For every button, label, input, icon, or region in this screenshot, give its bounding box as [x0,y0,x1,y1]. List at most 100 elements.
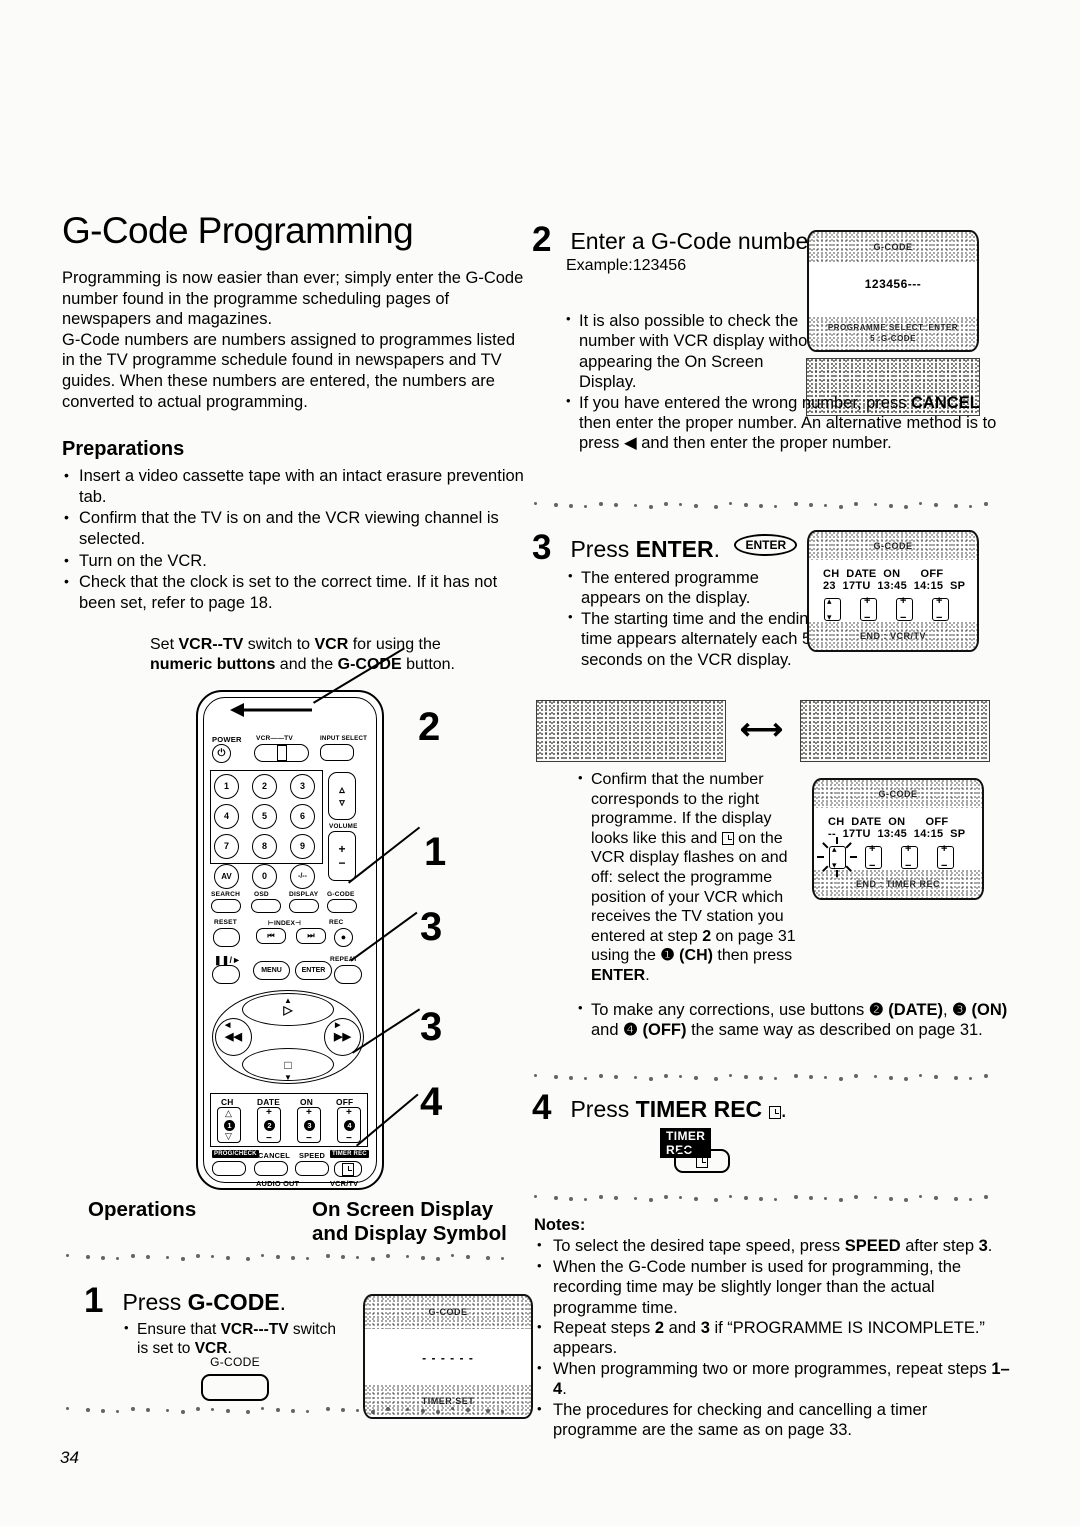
on-button-number: 3 [304,1120,315,1131]
minus-icon: − [338,856,346,870]
rec-button[interactable]: ● [334,928,353,947]
numeric-button-8[interactable]: 8 [252,834,277,859]
search-button[interactable] [211,899,241,913]
screen-footer-text: END : VCR/TV [859,631,926,641]
g-code-button[interactable] [327,899,357,913]
step-1-number: 1 [84,1281,104,1320]
screen-center-text: - - - - - - [422,1351,474,1365]
numeric-button-2[interactable]: 2 [252,774,277,799]
list-item: Check that the clock is set to the corre… [62,571,532,613]
callout-3a: 3 [420,905,443,949]
separator-dots [66,1252,530,1262]
channel-updown-button[interactable]: ▵ ▿ [328,772,356,820]
speed-button[interactable] [295,1161,329,1176]
osd-screen-2: G-CODE 123456--- PROGRAMME SELECT: ENTER… [807,230,979,352]
menu-button[interactable]: MENU [253,961,290,980]
ch-button-number: 1 [224,1120,235,1131]
left-arrow-icon: ◀ [623,434,637,453]
cursor-left-icon: ◀ [225,1022,231,1029]
step-4-heading: Press TIMER REC . [570,1096,787,1122]
ch-symbol-icon [829,844,846,871]
separator-dots [534,500,1010,510]
pause-play-button[interactable] [212,965,240,984]
enter-button[interactable]: ENTER [295,961,332,980]
list-item: When the G-Code number is used for progr… [534,1256,1012,1318]
left-column: G-Code Programming Programming is now ea… [62,210,532,675]
timer-rec-button-shape[interactable] [674,1149,730,1173]
numeric-button-3[interactable]: 3 [290,774,315,799]
list-item: Insert a video cassette tape with an int… [62,465,532,507]
vcr-tv-bottom-label: VCR/TV [330,1179,359,1188]
step-1-heading: Press G-CODE. [122,1289,287,1315]
off-button[interactable]: + 4 − [337,1107,361,1144]
display-label: DISPLAY [289,891,319,898]
vcr-display-panel-step2 [806,358,980,416]
audio-out-label: AUDIO OUT [256,1179,300,1188]
numeric-button-1[interactable]: 1 [214,774,239,799]
vcr-tv-switch-label: VCR——TV [256,735,293,742]
notes-block: Notes: To select the desired tape speed,… [534,1215,1012,1440]
repeat-button[interactable] [334,965,362,984]
cancel-button[interactable] [254,1161,288,1176]
list-item: To make any corrections, use buttons ❷ (… [578,998,1008,1041]
input-select-button[interactable] [320,744,354,761]
screen-header-text: G-CODE [873,242,913,252]
vcr-display-end-time [800,700,990,762]
dash-button[interactable]: -/-- [290,864,315,889]
clock-icon [768,1106,781,1119]
switch-knob [276,745,287,761]
separator-dots [534,1193,1010,1203]
cursor-right-icon: ▶ [335,1022,341,1029]
callout-4: 4 [420,1080,443,1124]
index-forward-button[interactable]: ⏭ [296,928,326,944]
power-button[interactable]: ⏻ [212,744,231,763]
screen-symbol-row [814,837,982,877]
rewind-button[interactable]: ◀◀ [215,1018,252,1056]
enter-button-illustration[interactable]: ENTER [734,534,798,556]
screen-header-text: G-CODE [428,1307,468,1317]
volume-label: VOLUME [329,823,358,830]
on-symbol-icon [896,595,913,624]
numeric-button-9[interactable]: 9 [290,834,315,859]
numeric-button-0[interactable]: 0 [252,864,277,889]
on-label: ON [300,1097,313,1107]
pointer-arrow-icon [230,703,312,717]
step-4-number: 4 [532,1088,552,1127]
on-button[interactable]: + 3 − [297,1107,321,1144]
prog-check-button[interactable] [212,1161,246,1176]
remote-control-illustration: POWER ⏻ VCR——TV INPUT SELECT 1 2 3 4 5 6… [196,690,384,1190]
osd-heading: On Screen Display and Display Symbol [312,1198,507,1246]
osd-label: OSD [254,891,269,898]
osd-screen-3: G-CODE CH DATE ON OFF 23 17TU 13:45 14:1… [807,530,979,652]
timer-rec-button[interactable] [334,1161,362,1177]
numeric-button-4[interactable]: 4 [214,804,239,829]
index-back-button[interactable]: ⏮ [256,928,286,944]
date-symbol-icon [865,843,882,872]
list-item: The starting time and the ending time ap… [568,607,818,670]
step-2-bullets: It is also possible to check the number … [566,309,824,393]
chevron-up-icon: △ [225,1108,232,1118]
step-3-corrections: To make any corrections, use buttons ❷ (… [578,998,1008,1041]
display-button[interactable] [289,899,319,913]
clock-icon [342,1162,354,1176]
vcr-tv-switch[interactable] [254,744,309,762]
osd-button[interactable] [251,899,281,913]
plus-icon: + [266,1107,272,1118]
reset-button[interactable] [213,928,240,947]
input-select-label: INPUT SELECT [320,735,368,742]
numeric-button-7[interactable]: 7 [214,834,239,859]
volume-button[interactable]: + − [328,831,356,881]
callout-1: 1 [424,830,447,874]
date-button-number: 2 [264,1120,275,1131]
numeric-button-6[interactable]: 6 [290,804,315,829]
list-item: The entered programme appears on the dis… [568,566,818,609]
date-button[interactable]: + 2 − [257,1107,281,1144]
ch-button[interactable]: △ 1 ▽ [217,1107,241,1143]
flashing-ch-symbol [817,837,865,877]
list-item: Ensure that VCR---TV switchis set to VCR… [124,1318,364,1358]
list-item: Confirm that the number corresponds to t… [578,768,798,986]
chevron-down-icon: ▽ [225,1131,232,1141]
numeric-button-5[interactable]: 5 [252,804,277,829]
g-code-button-shape[interactable] [201,1374,269,1401]
av-button[interactable]: AV [214,864,239,889]
